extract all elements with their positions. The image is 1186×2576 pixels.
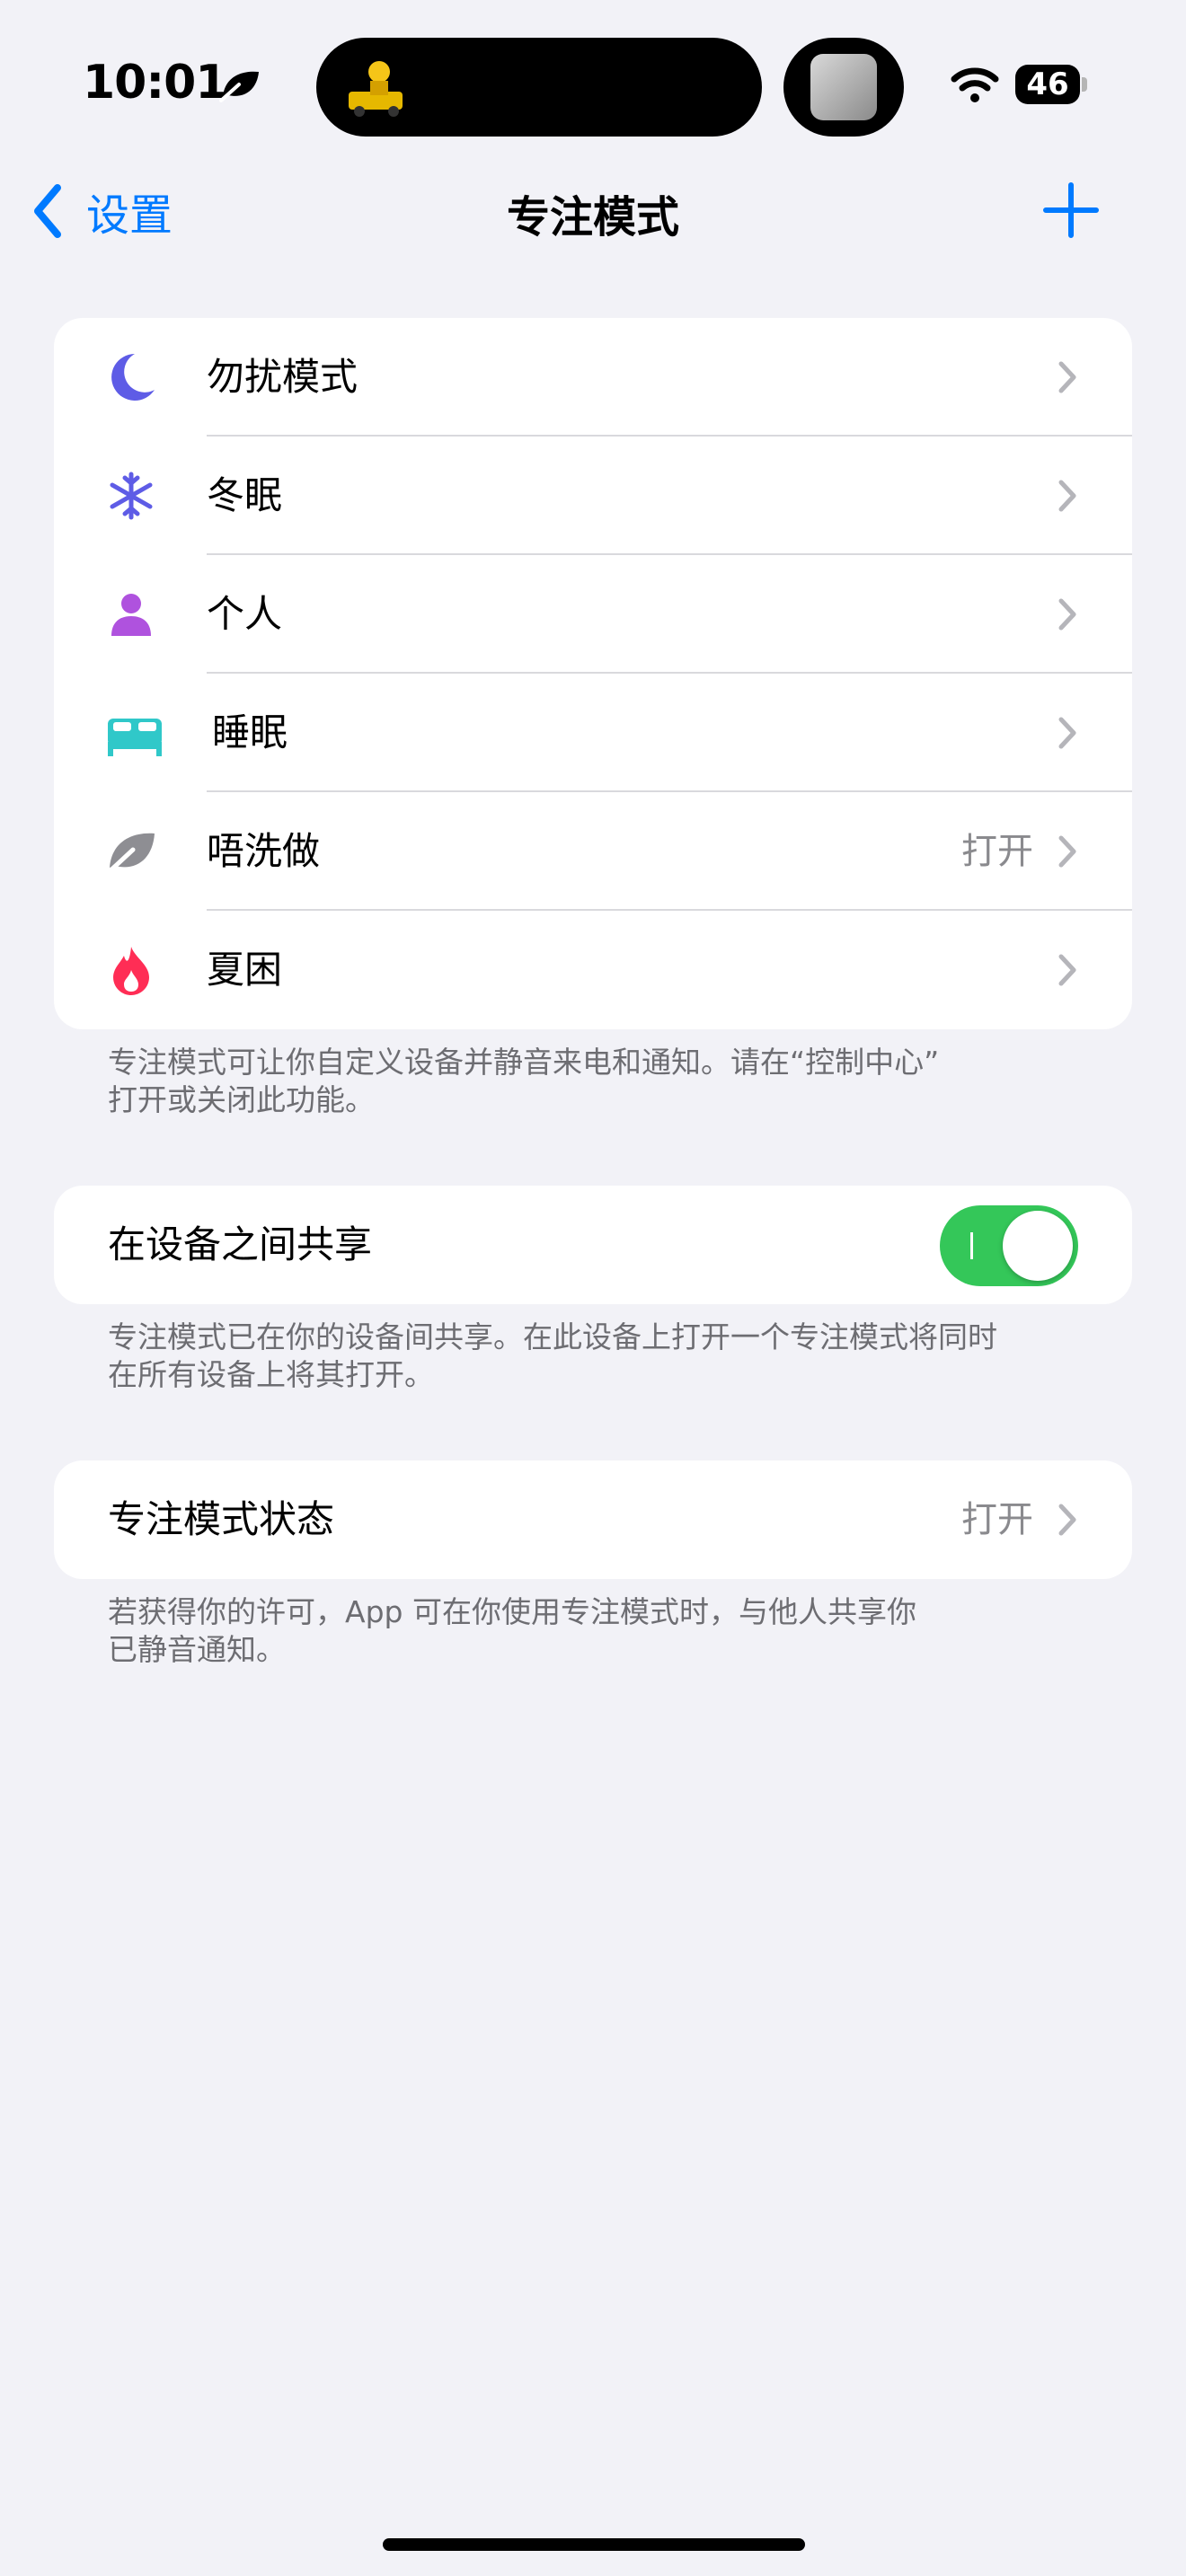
toggle-knob [1003,1211,1073,1281]
focus-mode-label: 勿扰模式 [207,355,358,399]
focus-status-group: 专注模式状态 打开 [54,1460,1132,1579]
chevron-right-icon [1058,835,1076,868]
battery-indicator: 46 [1015,65,1087,104]
live-activity-icon [349,61,403,117]
focus-mode-label: 睡眠 [212,710,288,754]
chevron-right-icon [1058,954,1076,986]
focus-status-label: 专注模式状态 [108,1497,335,1541]
dynamic-island[interactable] [316,38,762,137]
chevron-right-icon [1058,361,1076,393]
chevron-right-icon [1058,598,1076,631]
share-across-devices-label: 在设备之间共享 [108,1222,373,1266]
share-footnote: 专注模式已在你的设备间共享。在此设备上打开一个专注模式将同时 在所有设备上将其打… [108,1319,997,1392]
nav-bar: 设置 专注模式 [0,162,1186,260]
snowflake-icon [110,472,153,520]
live-activity-avatar-pill[interactable] [783,38,904,137]
person-icon [111,594,151,636]
focus-mode-personal[interactable]: 个人 [54,555,1132,674]
focus-modes-footnote: 专注模式可让你自定义设备并静音来电和通知。请在“控制中心” 打开或关闭此功能。 [108,1045,940,1117]
leaf-icon [219,71,259,102]
focus-mode-do-not-disturb[interactable]: 勿扰模式 [54,318,1132,437]
page-title: 专注模式 [506,192,679,243]
focus-mode-label: 唔洗做 [207,829,321,873]
focus-modes-list: 勿扰模式 冬眠 个人 睡眠 唔洗做 打开 夏困 [54,318,1132,1029]
home-indicator[interactable] [383,2538,805,2551]
focus-status-row[interactable]: 专注模式状态 打开 [54,1460,1132,1579]
focus-mode-label: 夏困 [207,948,283,992]
focus-mode-label: 冬眠 [207,473,283,517]
status-time: 10:01 [83,56,228,110]
share-across-devices-row: 在设备之间共享 [54,1186,1132,1304]
chevron-right-icon [1058,480,1076,512]
wifi-icon [951,67,999,102]
battery-level: 46 [1026,66,1069,102]
flame-icon [113,947,149,995]
avatar [810,54,877,120]
chevron-right-icon [1058,717,1076,749]
toggle-on-mark [970,1232,973,1259]
moon-icon [111,354,155,401]
focus-status-value: 打开 [961,1499,1033,1540]
share-across-devices-group: 在设备之间共享 [54,1186,1132,1304]
status-bar: 10:01 46 [0,0,1186,162]
focus-mode-summer-sleepy[interactable]: 夏困 [54,911,1132,1029]
focus-mode-no-need[interactable]: 唔洗做 打开 [54,792,1132,911]
focus-status-footnote: 若获得你的许可，App 可在你使用专注模式时，与他人共享你 已静音通知。 [108,1594,916,1667]
focus-mode-sleep[interactable]: 睡眠 [54,674,1132,792]
focus-mode-label: 个人 [207,592,283,636]
plus-icon[interactable] [1042,181,1100,239]
bed-icon [108,719,162,756]
chevron-right-icon [1058,1504,1076,1536]
leaf-icon [105,833,155,876]
focus-mode-hibernate[interactable]: 冬眠 [54,437,1132,555]
focus-mode-value: 打开 [961,831,1033,872]
share-across-devices-toggle[interactable] [940,1205,1078,1286]
